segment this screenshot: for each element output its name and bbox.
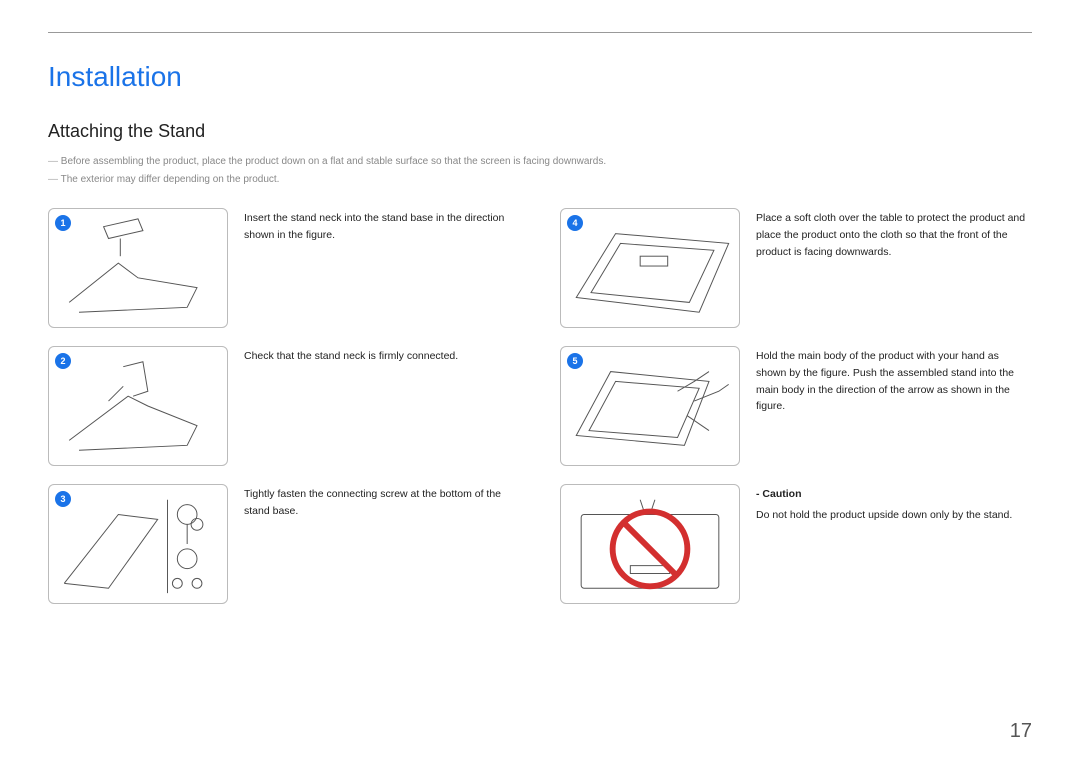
step-badge: 2	[55, 353, 71, 369]
right-column: 4 Place a soft cloth over the table to p…	[560, 208, 1032, 604]
screw-fasten-icon	[49, 485, 227, 603]
step-3-figure: 3	[48, 484, 228, 604]
stand-neck-check-icon	[49, 347, 227, 465]
stand-neck-insert-icon	[49, 209, 227, 327]
section-title: Attaching the Stand	[48, 121, 1032, 142]
step-2-text: Check that the stand neck is firmly conn…	[244, 346, 458, 365]
step-3-text: Tightly fasten the connecting screw at t…	[244, 484, 520, 520]
caution-label: - Caution	[756, 486, 1012, 503]
step-4-figure: 4	[560, 208, 740, 328]
place-cloth-icon	[561, 209, 739, 327]
step-4-text: Place a soft cloth over the table to pro…	[756, 208, 1032, 260]
left-column: 1 Insert the stand neck into the stand b…	[48, 208, 520, 604]
step-2: 2 Check that the stand neck is firmly co…	[48, 346, 520, 466]
caution-text: Do not hold the product upside down only…	[756, 507, 1012, 524]
note-line: The exterior may differ depending on the…	[48, 172, 1032, 188]
step-5-figure: 5	[560, 346, 740, 466]
step-4: 4 Place a soft cloth over the table to p…	[560, 208, 1032, 328]
step-badge: 1	[55, 215, 71, 231]
step-1-text: Insert the stand neck into the stand bas…	[244, 208, 520, 244]
step-5: 5 Hold the main body of the product with…	[560, 346, 1032, 466]
caution-text-block: - Caution Do not hold the product upside…	[756, 484, 1012, 524]
step-badge: 3	[55, 491, 71, 507]
steps-grid: 1 Insert the stand neck into the stand b…	[48, 208, 1032, 604]
step-caution: - Caution Do not hold the product upside…	[560, 484, 1032, 604]
step-badge: 5	[567, 353, 583, 369]
top-rule	[48, 32, 1032, 33]
step-1: 1 Insert the stand neck into the stand b…	[48, 208, 520, 328]
manual-page: Installation Attaching the Stand Before …	[0, 0, 1080, 763]
prohibit-icon	[561, 485, 739, 603]
step-2-figure: 2	[48, 346, 228, 466]
step-1-figure: 1	[48, 208, 228, 328]
caution-figure	[560, 484, 740, 604]
step-5-text: Hold the main body of the product with y…	[756, 346, 1032, 415]
page-number: 17	[1010, 720, 1032, 743]
note-line: Before assembling the product, place the…	[48, 154, 1032, 170]
page-title: Installation	[48, 61, 1032, 93]
push-stand-icon	[561, 347, 739, 465]
step-3: 3 Tightly fasten the connecting screw at…	[48, 484, 520, 604]
step-badge: 4	[567, 215, 583, 231]
